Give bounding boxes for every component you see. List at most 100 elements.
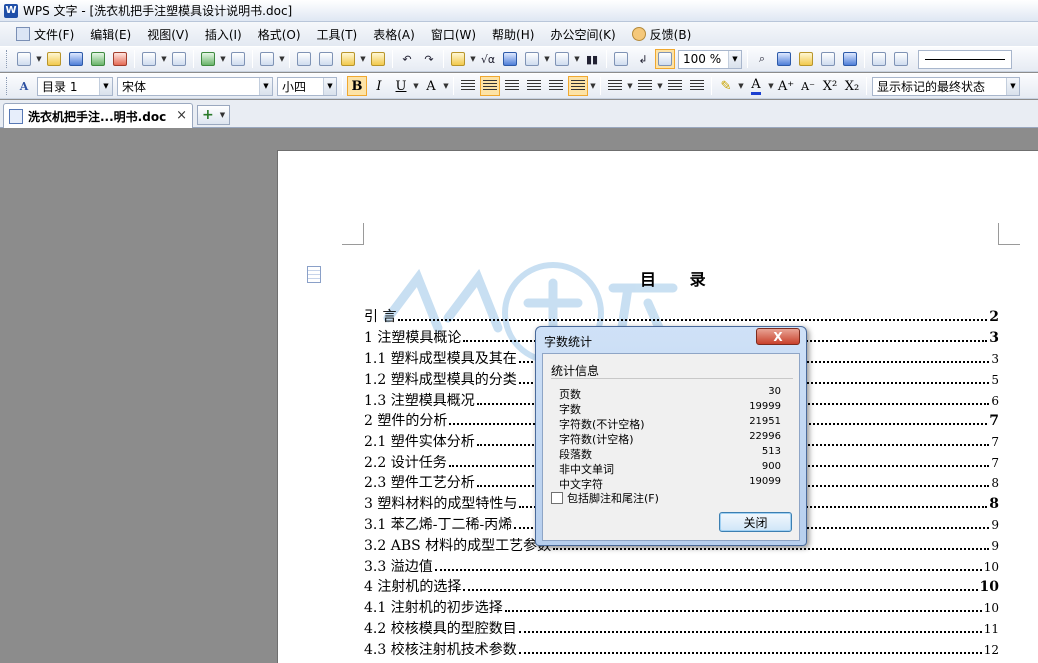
numbering-button[interactable] (605, 76, 625, 96)
insert-dropdown[interactable]: ▼ (219, 55, 227, 63)
traditional-dropdown[interactable]: ▼ (278, 55, 286, 63)
align-center-button[interactable] (480, 76, 500, 96)
line-spacing-dropdown[interactable]: ▼ (589, 82, 597, 90)
print-dropdown[interactable]: ▼ (160, 55, 168, 63)
subscript-button[interactable]: X₂ (842, 76, 862, 96)
numbering-dropdown[interactable]: ▼ (626, 82, 634, 90)
menu-feedback[interactable]: 反馈(B) (624, 23, 700, 45)
italic-button[interactable]: I (369, 76, 389, 96)
traditional-chinese-button[interactable] (257, 49, 277, 69)
distributed-button[interactable] (546, 76, 566, 96)
toc-entry[interactable]: 3.3 溢边值 10 (364, 556, 999, 576)
word-count-button[interactable] (655, 49, 675, 69)
export-pdf-button[interactable] (110, 49, 130, 69)
toc-entry[interactable]: 4 注射机的选择 10 (364, 576, 999, 596)
formula-button[interactable]: √α (478, 49, 498, 69)
document-map-button[interactable] (611, 49, 631, 69)
table-grid-button[interactable] (522, 49, 542, 69)
menu-format[interactable]: 格式(O) (250, 23, 309, 45)
chevron-down-icon[interactable]: ▼ (99, 77, 112, 95)
grow-font-button[interactable]: A⁺ (776, 76, 796, 96)
print-preview-button[interactable] (169, 49, 189, 69)
new-dropdown[interactable]: ▼ (35, 55, 43, 63)
undo-button[interactable]: ↶ (397, 49, 417, 69)
columns-dropdown[interactable]: ▼ (573, 55, 581, 63)
chevron-down-icon[interactable]: ▼ (1006, 77, 1019, 95)
menu-office-space[interactable]: 办公空间(K) (542, 23, 623, 45)
menu-edit[interactable]: 编辑(E) (82, 23, 139, 45)
font-color-dropdown[interactable]: ▼ (767, 82, 775, 90)
redo-button[interactable]: ↷ (419, 49, 439, 69)
hyperlink-button[interactable] (500, 49, 520, 69)
copy-button[interactable] (294, 49, 314, 69)
text-effect-button[interactable]: A (421, 76, 441, 96)
tab-document[interactable]: 洗衣机把手注...明书.doc × (3, 103, 193, 128)
table-dropdown[interactable]: ▼ (469, 55, 477, 63)
dialog-title[interactable]: 字数统计 (544, 333, 592, 350)
style-select[interactable]: 目录 1 ▼ (37, 76, 113, 96)
menu-help[interactable]: 帮助(H) (484, 23, 542, 45)
line-spacing-button[interactable] (568, 76, 588, 96)
drawing-toolbar-button[interactable] (869, 49, 889, 69)
styles-button[interactable]: A (14, 76, 34, 96)
superscript-button[interactable]: X² (820, 76, 840, 96)
chevron-down-icon[interactable]: ▼ (728, 50, 741, 68)
font-color-button[interactable]: A (746, 76, 766, 96)
chart-button[interactable]: ▮▮ (582, 49, 602, 69)
cut-button[interactable] (316, 49, 336, 69)
line-style-select[interactable] (918, 49, 1012, 69)
save-button[interactable] (66, 49, 86, 69)
new-tab-button[interactable]: + ▼ (197, 105, 230, 125)
columns-button[interactable] (552, 49, 572, 69)
underline-dropdown[interactable]: ▼ (412, 82, 420, 90)
close-icon[interactable]: × (176, 108, 187, 123)
show-hide-marks-button[interactable]: ↲ (633, 49, 653, 69)
forms-button[interactable] (891, 49, 911, 69)
format-painter-button[interactable] (368, 49, 388, 69)
skin-button[interactable] (818, 49, 838, 69)
bullets-dropdown[interactable]: ▼ (656, 82, 664, 90)
chevron-down-icon[interactable]: ▼ (220, 111, 225, 119)
menu-window[interactable]: 窗口(W) (423, 23, 484, 45)
new-document-button[interactable] (14, 49, 34, 69)
increase-indent-button[interactable] (687, 76, 707, 96)
include-footnotes-checkbox[interactable]: 包括脚注和尾注(F) (551, 490, 659, 506)
print-button[interactable] (139, 49, 159, 69)
zoom-select[interactable]: 100 % ▼ (678, 49, 742, 69)
find-button[interactable]: ⌕ (752, 49, 772, 69)
toc-entry[interactable]: 4.1 注射机的初步选择 10 (364, 597, 999, 617)
font-select[interactable]: 宋体 ▼ (117, 76, 273, 96)
align-left-button[interactable] (458, 76, 478, 96)
chevron-down-icon[interactable]: ▼ (323, 77, 336, 95)
insert-table-button[interactable] (448, 49, 468, 69)
menu-view[interactable]: 视图(V) (139, 23, 197, 45)
close-button[interactable]: 关闭 (719, 512, 792, 532)
bullets-button[interactable] (635, 76, 655, 96)
grid-dropdown[interactable]: ▼ (543, 55, 551, 63)
menu-tools[interactable]: 工具(T) (309, 23, 366, 45)
help-button[interactable] (840, 49, 860, 69)
highlight-dropdown[interactable]: ▼ (737, 82, 745, 90)
toc-entry[interactable]: 4.3 校核注射机技术参数 12 (364, 639, 999, 659)
toc-entry[interactable]: 4.2 校核模具的型腔数目 11 (364, 618, 999, 638)
template-button[interactable] (796, 49, 816, 69)
menu-file[interactable]: 文件(F) (8, 23, 82, 45)
bold-button[interactable]: B (347, 76, 367, 96)
toc-entry[interactable]: 引 言2 (364, 306, 999, 326)
send-mail-button[interactable] (88, 49, 108, 69)
underline-button[interactable]: U (391, 76, 411, 96)
justify-button[interactable] (524, 76, 544, 96)
page-setup-button[interactable] (228, 49, 248, 69)
toolbar-grip[interactable] (6, 50, 9, 68)
toolbar-grip[interactable] (6, 77, 9, 95)
dialog-close-button[interactable]: X (756, 328, 800, 345)
font-size-select[interactable]: 小四 ▼ (277, 76, 337, 96)
paste-dropdown[interactable]: ▼ (359, 55, 367, 63)
menu-table[interactable]: 表格(A) (365, 23, 423, 45)
highlight-button[interactable]: ✎ (716, 76, 736, 96)
shrink-font-button[interactable]: A⁻ (798, 76, 818, 96)
open-button[interactable] (44, 49, 64, 69)
insert-button[interactable] (198, 49, 218, 69)
text-effect-dropdown[interactable]: ▼ (442, 82, 450, 90)
track-changes-display-select[interactable]: 显示标记的最终状态 ▼ (872, 76, 1020, 96)
